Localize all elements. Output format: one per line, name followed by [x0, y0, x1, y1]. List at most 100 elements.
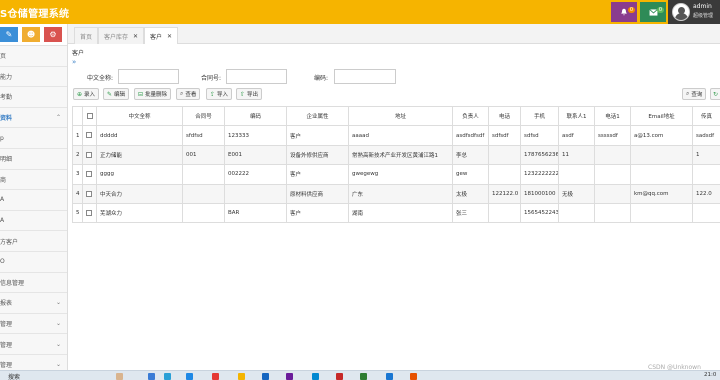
sidebar-item[interactable]: A	[0, 190, 67, 211]
column-header[interactable]: 地址	[348, 105, 453, 127]
tab-home[interactable]: 首页	[74, 27, 99, 44]
app-icon[interactable]	[212, 373, 219, 380]
sidebar-item-label: 能力	[0, 73, 13, 81]
edit-button[interactable]: ✎ 编辑	[103, 88, 130, 100]
tab-customer[interactable]: 客户 ✕	[144, 27, 179, 44]
app-icon[interactable]	[312, 373, 319, 380]
sidebar-item[interactable]: 管理 ⌄	[0, 334, 67, 355]
table-row[interactable]: 2 正力储能 001 E001 设备外修供应商 常熟高新技术产业开发区黄浦江路1 李总 178…	[72, 144, 720, 166]
sidebar-item-label: 商	[0, 176, 7, 184]
sidebar-item[interactable]: 资料 ⌃	[0, 108, 67, 129]
table-cell: 客户	[286, 125, 349, 146]
folder-icon[interactable]	[238, 373, 245, 380]
batch-delete-button[interactable]: ⊟ 批量删除	[134, 88, 172, 100]
row-checkbox[interactable]	[86, 171, 92, 178]
sidebar-item[interactable]: 明细	[0, 149, 67, 170]
row-select-cell	[82, 183, 97, 204]
row-checkbox[interactable]	[86, 151, 92, 158]
sidebar-item-label: O	[0, 258, 5, 266]
shortcut-settings-button[interactable]: ⚙	[44, 27, 62, 42]
search-icon: ⌕	[686, 90, 690, 97]
table-cell	[594, 144, 631, 166]
search-button[interactable]: ⌕ 查询	[682, 88, 707, 100]
sidebar-item[interactable]: 报表 ⌄	[0, 293, 67, 314]
table-row[interactable]: 5 芜湖众力 BAR 客户 湖南 张三 1565452243	[72, 202, 720, 224]
row-number: 4	[72, 183, 83, 204]
column-header[interactable]: 电话	[488, 105, 521, 127]
app-icon[interactable]	[336, 373, 343, 380]
column-header[interactable]: 电话1	[594, 105, 631, 127]
avatar	[672, 3, 690, 21]
select-all-checkbox[interactable]	[86, 112, 93, 119]
app-icon[interactable]	[386, 373, 393, 380]
name-filter-input[interactable]	[118, 69, 179, 84]
add-button[interactable]: ⊕ 录入	[73, 88, 100, 100]
column-header[interactable]: 手机	[520, 105, 559, 127]
row-select-cell	[82, 125, 97, 146]
collapse-search-icon[interactable]: »	[72, 58, 76, 66]
close-icon[interactable]: ✕	[167, 33, 172, 40]
close-icon[interactable]: ✕	[133, 33, 138, 40]
shortcut-users-button[interactable]: ☻	[22, 27, 40, 42]
edge-icon[interactable]	[164, 373, 171, 380]
table-cell: 李总	[452, 144, 489, 166]
table-cell: 张三	[452, 202, 489, 224]
app-icon[interactable]	[262, 373, 269, 380]
export-button[interactable]: ⇧ 导出	[236, 88, 263, 100]
import-button[interactable]: ⇪ 导入	[206, 88, 233, 100]
table-cell	[558, 202, 595, 224]
table-cell: 002222	[224, 164, 287, 185]
sidebar-item[interactable]: 页	[0, 46, 67, 67]
user-menu[interactable]: admin 超级管理	[668, 0, 720, 24]
column-header[interactable]: 编码	[224, 105, 287, 127]
table-row[interactable]: 1 ddddd sfdfsd 123333 客户 aaaad asdfsdfsdf sdfsd…	[72, 125, 720, 146]
column-header[interactable]: 传真	[692, 105, 720, 127]
sidebar-item[interactable]: O	[0, 252, 67, 273]
table-cell: gggg	[96, 164, 183, 185]
row-checkbox[interactable]	[86, 132, 92, 139]
sidebar-item-label: 明细	[0, 156, 13, 164]
tab-customer-inventory[interactable]: 客户库存 ✕	[98, 27, 145, 44]
sidebar-item[interactable]: 能力	[0, 67, 67, 88]
app-icon[interactable]	[410, 373, 417, 380]
table-row[interactable]: 3 gggg 002222 客户 gwegewg gew 1232222222	[72, 164, 720, 185]
column-header[interactable]: 负责人	[452, 105, 489, 127]
chevron-down-icon: ⌄	[55, 320, 61, 328]
code-filter-input[interactable]	[334, 69, 396, 84]
column-header[interactable]: 合同号	[182, 105, 225, 127]
row-checkbox[interactable]	[86, 209, 92, 216]
row-checkbox[interactable]	[86, 190, 92, 197]
sidebar-shortcuts: ✎ ☻ ⚙	[0, 24, 67, 46]
row-select-cell	[82, 164, 97, 185]
column-header[interactable]: Email地址	[630, 105, 693, 127]
notifications-button[interactable]: 0	[611, 2, 637, 22]
column-header[interactable]: 联系人1	[558, 105, 595, 127]
contract-filter-input[interactable]	[226, 69, 287, 84]
sidebar-item[interactable]: A	[0, 211, 67, 232]
person-icon[interactable]	[116, 373, 123, 380]
app-icon[interactable]	[360, 373, 367, 380]
sidebar-item[interactable]: p	[0, 128, 67, 149]
refresh-button[interactable]: ↻	[710, 88, 720, 100]
sidebar-item-label: A	[0, 217, 5, 225]
sidebar-item[interactable]: 方客户	[0, 231, 67, 252]
column-header[interactable]: 企业属性	[286, 105, 349, 127]
browser-icon[interactable]	[186, 373, 193, 380]
sidebar-item[interactable]: 管理 ⌄	[0, 314, 67, 335]
sidebar-item[interactable]: 信息管理	[0, 273, 67, 294]
sidebar-item-label: 管理	[0, 341, 13, 349]
column-header[interactable]: 中文全称	[96, 105, 183, 127]
table-cell: 无极	[558, 183, 595, 204]
taskbar-search[interactable]: 搜索	[8, 372, 20, 380]
shortcut-edit-button[interactable]: ✎	[0, 27, 18, 42]
table-cell: 湖南	[348, 202, 453, 224]
sidebar-item[interactable]: 商	[0, 170, 67, 191]
app-icon[interactable]	[286, 373, 293, 380]
sidebar-item[interactable]: 考勤	[0, 87, 67, 108]
messages-button[interactable]: 0	[640, 2, 666, 22]
table-row[interactable]: 4 中天合力 原材料供应商 广东 太极 122122.0 181000100 无极 km@qq.…	[72, 183, 720, 204]
task-view-icon[interactable]	[148, 373, 155, 380]
table-cell: sdfsd	[520, 125, 559, 146]
view-button[interactable]: ⌕ 查看	[176, 88, 201, 100]
column-header[interactable]	[82, 105, 97, 127]
